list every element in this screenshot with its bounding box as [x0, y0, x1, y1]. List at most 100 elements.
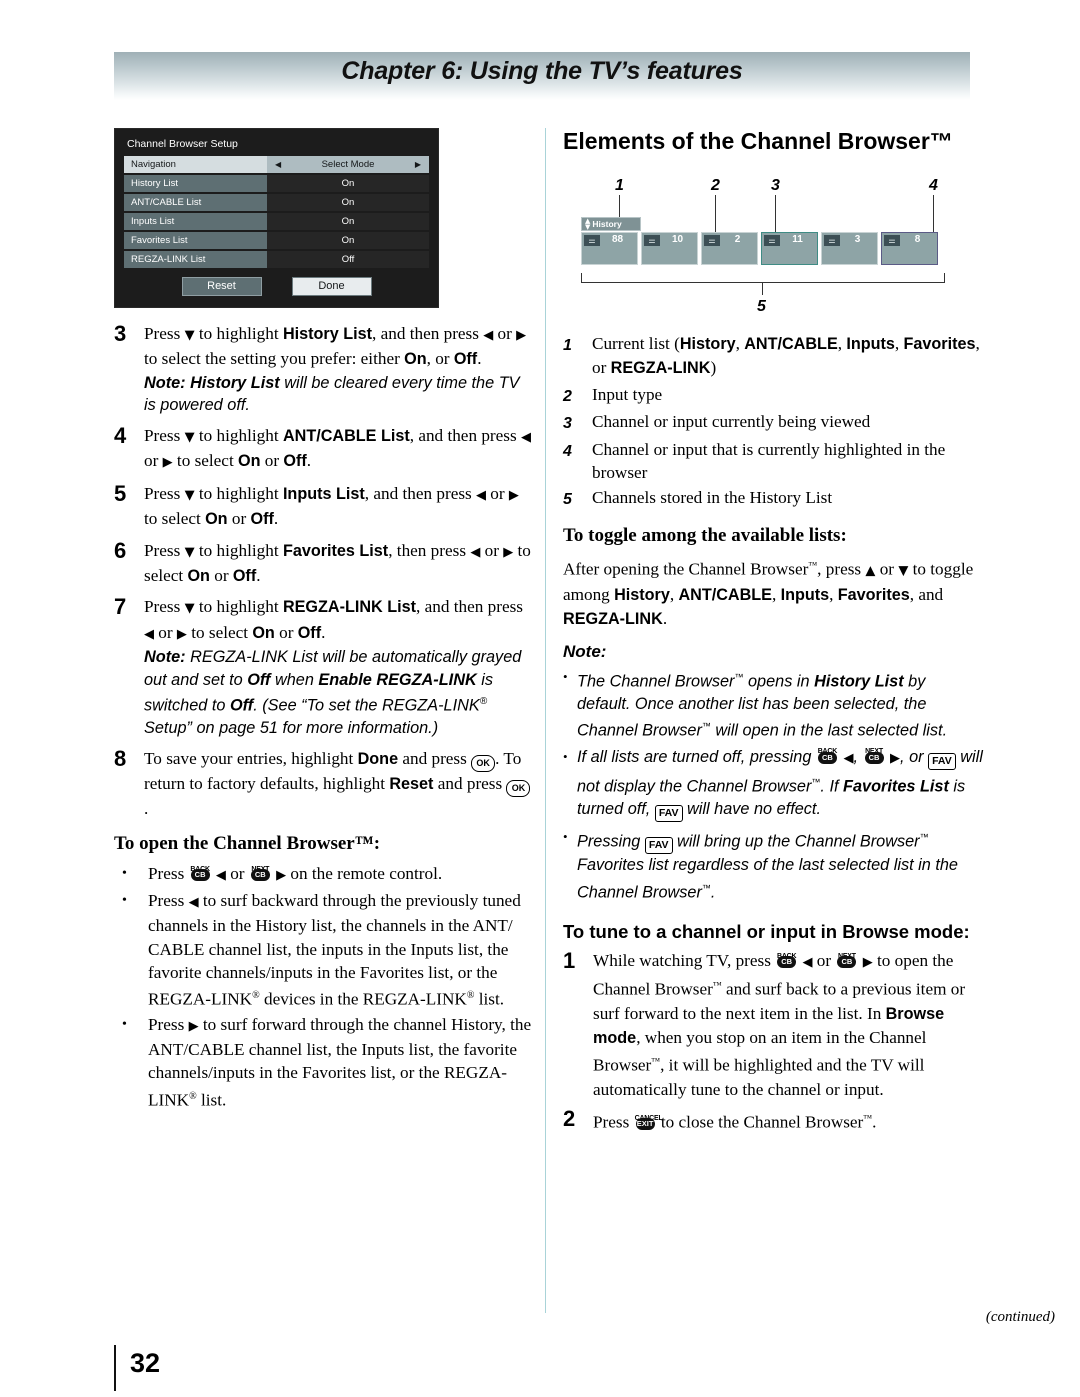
- channel-browser-setup-dialog: Channel Browser Setup Navigation ◀ Select …: [114, 128, 439, 308]
- left-column: Channel Browser Setup Navigation ◀ Select …: [114, 128, 534, 1113]
- step-text: Press ▼ to highlight History List, and t…: [144, 324, 527, 415]
- channel-number: 3: [854, 234, 861, 245]
- chapter-title: Chapter 6: Using the TV’s features: [341, 57, 743, 85]
- instruction-step: 3 Press ▼ to highlight History List, and …: [114, 322, 534, 417]
- channel-tile[interactable]: ⚌ 10: [641, 232, 698, 265]
- toggle-lists-heading: To toggle among the available lists:: [563, 524, 847, 546]
- antenna-icon: ⚌: [824, 235, 840, 246]
- dialog-row-value-text: Select Mode: [321, 159, 375, 170]
- antenna-icon: ⚌: [644, 235, 660, 246]
- element-text: Channels stored in the History List: [592, 488, 833, 508]
- dialog-row-label: REGZA-LINK List: [124, 251, 267, 268]
- antenna-icon: ⚌: [764, 235, 780, 246]
- right-arrow-icon[interactable]: ▶: [415, 160, 421, 169]
- step-text: To save your entries, highlight Done and…: [144, 747, 534, 820]
- dialog-row-value-text: Off: [341, 254, 355, 265]
- reset-button[interactable]: Reset: [181, 277, 262, 296]
- antenna-icon: ⚌: [704, 235, 720, 246]
- current-list-tag: ▲ ▼ History: [581, 217, 641, 231]
- step-number: 1: [563, 948, 576, 974]
- tune-browse-heading: To tune to a channel or input in Browse …: [563, 921, 970, 943]
- elements-heading: Elements of the Channel Browser™: [563, 128, 953, 154]
- step-text: Press ▼ to highlight REGZA-LINK List, an…: [144, 597, 523, 738]
- dialog-row-label: Inputs List: [124, 213, 267, 230]
- element-number: 4: [563, 442, 572, 460]
- bullet-icon: •: [563, 668, 568, 684]
- note-text: The Channel Browser™ opens in History Li…: [577, 671, 948, 740]
- dialog-row-value[interactable]: Off: [267, 251, 429, 268]
- instruction-step: 7 Press ▼ to highlight REGZA-LINK List, a…: [114, 595, 534, 740]
- bullet-icon: •: [122, 1016, 127, 1032]
- element-description: 2 Input type: [563, 383, 983, 408]
- channel-tile[interactable]: ⚌ 3: [821, 232, 878, 265]
- column-divider: [545, 128, 546, 1313]
- element-number: 2: [563, 387, 572, 405]
- bullet-text: Press ▶ to surf forward through the chan…: [148, 1014, 532, 1110]
- dialog-row-value-text: On: [341, 178, 355, 189]
- channel-tile[interactable]: ⚌ 88: [581, 232, 638, 265]
- dialog-row[interactable]: Favorites List On: [124, 232, 429, 249]
- channel-number: 2: [734, 234, 741, 245]
- bullet-icon: •: [122, 866, 127, 882]
- dialog-title: Channel Browser Setup: [127, 138, 238, 150]
- dialog-row[interactable]: ANT/CABLE List On: [124, 194, 429, 211]
- done-button[interactable]: Done: [291, 277, 372, 296]
- step-text: Press ▼ to highlight Favorites List, the…: [144, 540, 531, 586]
- step-text: Press ▼ to highlight ANT/CABLE List, and…: [144, 426, 531, 471]
- step-number: 5: [114, 480, 127, 506]
- channel-browser-diagram: 1 2 3 4 5 ▲ ▼ History ⚌ 88 ⚌ 10 ⚌ 2 ⚌ 11 ⚌ 3 ⚌ 8: [563, 177, 963, 322]
- element-number: 5: [563, 491, 572, 509]
- step-number: 7: [114, 594, 127, 620]
- step-text: While watching TV, press BACKCB ◀ or NEX…: [593, 951, 966, 1099]
- history-brace-stem: [762, 282, 764, 295]
- continued-note: (continued): [985, 1309, 1055, 1325]
- element-description: 5 Channels stored in the History List: [563, 486, 983, 511]
- dialog-row-value-text: On: [341, 197, 355, 208]
- dialog-row[interactable]: REGZA-LINK List Off: [124, 251, 429, 268]
- step-number: 2: [563, 1105, 576, 1131]
- callout-leader-2: [715, 195, 716, 235]
- note-label: Note:: [563, 641, 607, 661]
- dialog-row-label: Favorites List: [124, 232, 267, 249]
- element-text: Input type: [592, 384, 663, 404]
- dialog-row-value[interactable]: On: [267, 194, 429, 211]
- channel-number: 8: [914, 234, 921, 245]
- channel-tile[interactable]: ⚌ 11: [761, 232, 818, 265]
- antenna-icon: ⚌: [884, 235, 900, 246]
- element-description: 1 Current list (History, ANT/CABLE, Input…: [563, 332, 983, 381]
- channel-number: 88: [611, 234, 624, 245]
- element-text: Channel or input that is currently highl…: [592, 439, 946, 483]
- dialog-row[interactable]: Inputs List On: [124, 213, 429, 230]
- channel-tile[interactable]: ⚌ 8: [881, 232, 938, 265]
- dialog-row[interactable]: Navigation ◀ Select Mode ▶: [124, 156, 429, 173]
- page-number: 32: [130, 1348, 161, 1378]
- channel-number: 11: [792, 234, 803, 245]
- step-number: 3: [114, 321, 127, 346]
- instruction-step: 2 Press CANCELEXIT to close the Channel B…: [563, 1105, 983, 1134]
- dialog-row-label: Navigation: [124, 156, 267, 173]
- element-number: 1: [563, 337, 572, 354]
- left-arrow-icon[interactable]: ◀: [275, 160, 281, 169]
- dialog-row-value[interactable]: On: [267, 232, 429, 249]
- list-item: • Press BACKCB ◀ or NEXTCB ▶ on the remot…: [114, 862, 534, 887]
- dialog-row-value[interactable]: On: [267, 175, 429, 192]
- instruction-step: 1 While watching TV, press BACKCB ◀ or NE…: [563, 949, 983, 1101]
- element-number: 3: [563, 415, 572, 433]
- toggle-lists-paragraph: After opening the Channel Browser™, pres…: [563, 559, 974, 629]
- bullet-text: Press ◀ to surf backward through the pre…: [148, 890, 521, 1010]
- dialog-row-value[interactable]: On: [267, 213, 429, 230]
- page-number-rule: [114, 1345, 116, 1391]
- channel-tile[interactable]: ⚌ 2: [701, 232, 758, 265]
- note-bullets: • The Channel Browser™ opens in History L…: [563, 666, 983, 904]
- step-number: 4: [114, 423, 127, 448]
- step-text: Press ▼ to highlight Inputs List, and th…: [144, 483, 519, 529]
- bullet-icon: •: [122, 892, 127, 908]
- dialog-button-row: Reset Done: [124, 277, 429, 296]
- dialog-row-value[interactable]: ◀ Select Mode ▶: [267, 156, 429, 173]
- element-text: Channel or input currently being viewed: [592, 412, 871, 432]
- callout-leader-1: [619, 195, 620, 219]
- open-browser-heading: To open the Channel Browser™:: [114, 833, 381, 855]
- callout-5: 5: [757, 298, 766, 315]
- tune-browse-steps: 1 While watching TV, press BACKCB ◀ or NE…: [563, 949, 983, 1134]
- dialog-row[interactable]: History List On: [124, 175, 429, 192]
